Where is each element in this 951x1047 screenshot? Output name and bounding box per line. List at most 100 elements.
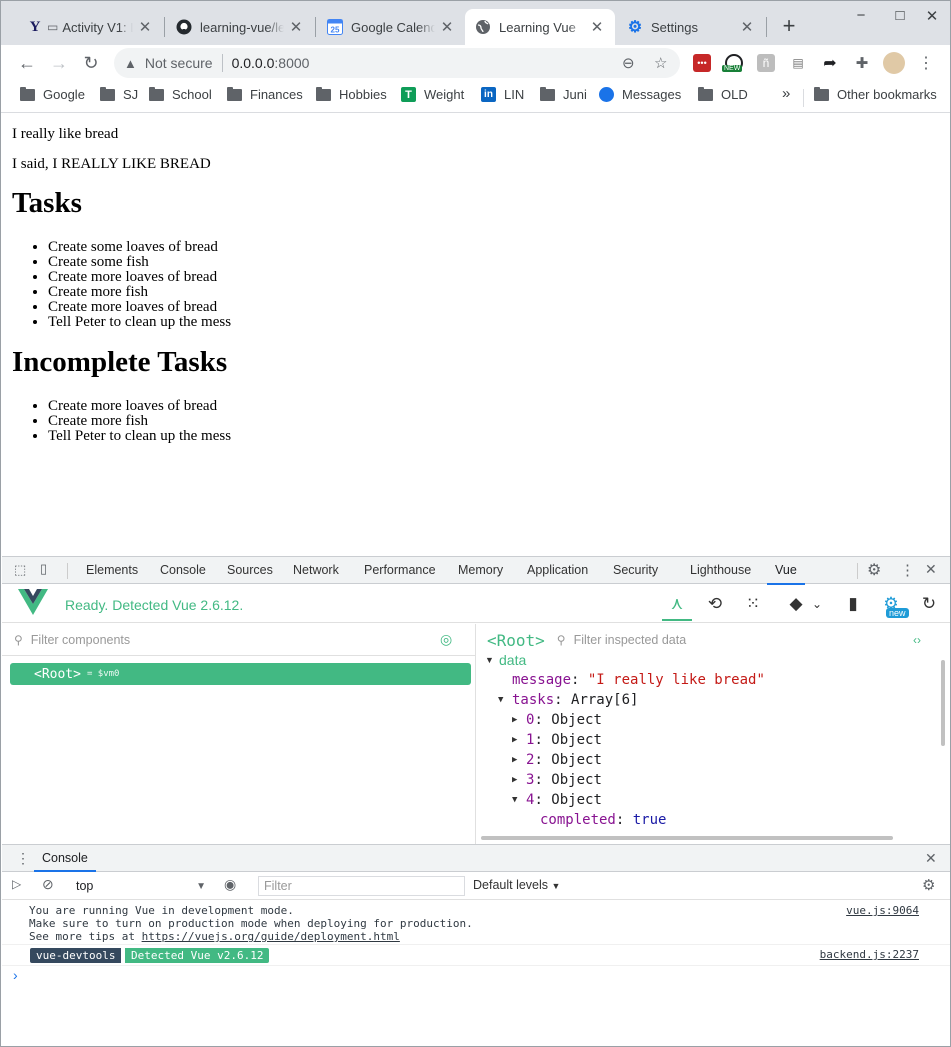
bookmark-finances[interactable]: Finances <box>227 86 303 102</box>
bookmark-lin[interactable]: in LIN <box>481 87 524 102</box>
settings-gear-icon[interactable]: ⚙ <box>867 560 881 580</box>
inspect-icon[interactable]: ⬚ <box>14 562 26 578</box>
task-1-row[interactable]: ▶ 1: Object <box>512 730 602 750</box>
tab-vue[interactable]: Vue <box>767 563 805 585</box>
task-0-row[interactable]: ▶ 0: Object <box>512 710 602 730</box>
console-filter-input[interactable]: Filter <box>258 876 465 896</box>
chevron-down-icon[interactable]: ⌄ <box>806 593 828 615</box>
extension-icon[interactable]: ñ <box>757 54 775 72</box>
maximize-button[interactable]: □ <box>890 7 910 24</box>
console-settings-icon[interactable]: ⚙ <box>922 876 935 894</box>
device-toggle-icon[interactable]: ▯ <box>40 561 47 577</box>
tab-performance[interactable]: Performance <box>364 563 436 577</box>
data-section[interactable]: ▼ data <box>485 650 526 670</box>
close-icon[interactable]: ✕ <box>589 18 605 36</box>
printer-icon[interactable]: ▤ <box>789 54 807 72</box>
tasks-row[interactable]: ▼ tasks: Array[6] <box>498 690 638 710</box>
bookmarks-overflow-button[interactable]: » <box>782 85 790 102</box>
bookmark-weight[interactable]: T Weight <box>401 87 464 102</box>
code-icon[interactable]: ‹› <box>913 633 921 647</box>
omnibox[interactable]: ▲ Not secure 0.0.0.0:8000 ⊖ ☆ <box>114 48 680 78</box>
log-levels-dropdown[interactable]: Default levels ▼ <box>473 878 560 892</box>
security-label[interactable]: Not secure <box>145 55 213 71</box>
components-tree-icon[interactable]: ⋏ <box>666 593 688 615</box>
console-toolbar: ▷ ⊘ top ▼ ◉ Filter Default levels ▼ ⚙ <box>2 872 950 900</box>
bookmark-google[interactable]: Google <box>20 86 85 102</box>
tab-learning-vue[interactable]: Learning Vue ✕ <box>465 9 615 45</box>
close-icon[interactable]: ✕ <box>739 18 755 36</box>
tab-settings[interactable]: ⚙ Settings ✕ <box>617 9 765 45</box>
horizontal-scrollbar[interactable] <box>481 836 893 840</box>
performance-icon[interactable]: ▮ <box>842 593 864 615</box>
star-icon[interactable]: ☆ <box>654 54 667 72</box>
select-component-icon[interactable]: ◎ <box>440 631 452 648</box>
sidebar-toggle-icon[interactable]: ▷ <box>12 877 21 891</box>
context-select[interactable]: top ▼ <box>66 876 208 896</box>
tab-github[interactable]: learning-vue/lesson ✕ <box>166 9 314 45</box>
message-row[interactable]: message: "I really like bread" <box>512 670 765 690</box>
console-prompt[interactable]: › <box>13 967 18 983</box>
lastpass-icon[interactable]: ••• <box>693 54 711 72</box>
bookmark-sj[interactable]: SJ <box>100 86 138 102</box>
minimize-button[interactable]: − <box>851 7 871 24</box>
menu-icon[interactable]: ⋮ <box>917 54 935 72</box>
url-text[interactable]: 0.0.0.0:8000 <box>232 55 310 71</box>
completed-row[interactable]: completed: true <box>540 810 666 830</box>
bookmark-old[interactable]: OLD <box>698 86 748 102</box>
puzzle-icon[interactable]: ✚ <box>853 54 871 72</box>
console-drawer: ⋮ Console ✕ ▷ ⊘ top ▼ ◉ Filter Default l… <box>2 844 950 1046</box>
new-tab-button[interactable]: + <box>778 15 800 37</box>
close-icon[interactable]: ✕ <box>439 18 455 36</box>
more-options-icon[interactable]: ⋮ <box>900 561 915 579</box>
tab-sources[interactable]: Sources <box>227 563 273 577</box>
filter-components-input[interactable]: Filter components <box>31 633 130 647</box>
zoom-icon[interactable]: ⊖ <box>622 54 635 72</box>
avatar[interactable] <box>883 52 905 74</box>
filter-components[interactable]: ⚲ Filter components ◎ <box>2 624 475 656</box>
bookmark-juni[interactable]: Juni <box>540 86 587 102</box>
task-3-row[interactable]: ▶ 3: Object <box>512 770 602 790</box>
tab-network[interactable]: Network <box>293 563 339 577</box>
warning-icon[interactable]: ▲ <box>124 56 137 71</box>
url-host: 0.0.0.0 <box>231 55 275 71</box>
share-icon[interactable]: ➦ <box>821 54 839 72</box>
root-component[interactable]: <Root> = $vm0 <box>10 663 471 685</box>
bookmark-hobbies[interactable]: Hobbies <box>316 86 387 102</box>
deployment-link[interactable]: https://vuejs.org/guide/deployment.html <box>142 930 400 943</box>
reload-icon[interactable]: ↻ <box>80 53 102 73</box>
drawer-tab-console[interactable]: Console <box>42 851 88 865</box>
bookmark-messages[interactable]: Messages <box>599 87 681 102</box>
tab-security[interactable]: Security <box>613 563 658 577</box>
close-icon[interactable]: ✕ <box>137 18 153 36</box>
tab-elements[interactable]: Elements <box>86 563 138 577</box>
back-icon[interactable]: ← <box>16 53 38 73</box>
vuex-icon[interactable]: ⁙ <box>742 593 764 615</box>
router-icon[interactable]: ◆ <box>785 593 807 615</box>
task-4-row[interactable]: ▼ 4: Object <box>512 790 602 810</box>
source-link[interactable]: vue.js:9064 <box>846 904 919 917</box>
task-2-row[interactable]: ▶ 2: Object <box>512 750 602 770</box>
forward-icon[interactable]: → <box>48 53 70 73</box>
filter-data-input[interactable]: Filter inspected data <box>574 633 687 647</box>
refresh-icon[interactable]: ↻ <box>918 593 940 615</box>
tab-application[interactable]: Application <box>527 563 588 577</box>
other-bookmarks[interactable]: Other bookmarks <box>814 86 937 102</box>
bookmark-school[interactable]: School <box>149 86 212 102</box>
tab-lighthouse[interactable]: Lighthouse <box>690 563 751 577</box>
tab-calendar[interactable]: 25 Google Calendar ✕ <box>317 9 465 45</box>
close-icon[interactable]: ✕ <box>288 18 304 36</box>
history-icon[interactable]: ⟲ <box>704 593 726 615</box>
tab-activity[interactable]: Y ▭ Activity V1: Lesson ✕ <box>17 9 163 45</box>
drawer-menu-icon[interactable]: ⋮ <box>16 850 30 867</box>
close-window-button[interactable]: ✕ <box>922 7 942 25</box>
clear-console-icon[interactable]: ⊘ <box>42 876 54 893</box>
tab-memory[interactable]: Memory <box>458 563 503 577</box>
source-link[interactable]: backend.js:2237 <box>820 948 919 961</box>
close-drawer-icon[interactable]: ✕ <box>925 850 937 867</box>
message-line: Make sure to turn on production mode whe… <box>29 917 473 930</box>
vertical-scrollbar[interactable] <box>941 660 945 746</box>
eye-icon[interactable]: ◉ <box>224 876 236 893</box>
tab-console[interactable]: Console <box>160 563 206 577</box>
url-port: :8000 <box>274 55 310 71</box>
close-devtools-icon[interactable]: ✕ <box>925 561 937 578</box>
